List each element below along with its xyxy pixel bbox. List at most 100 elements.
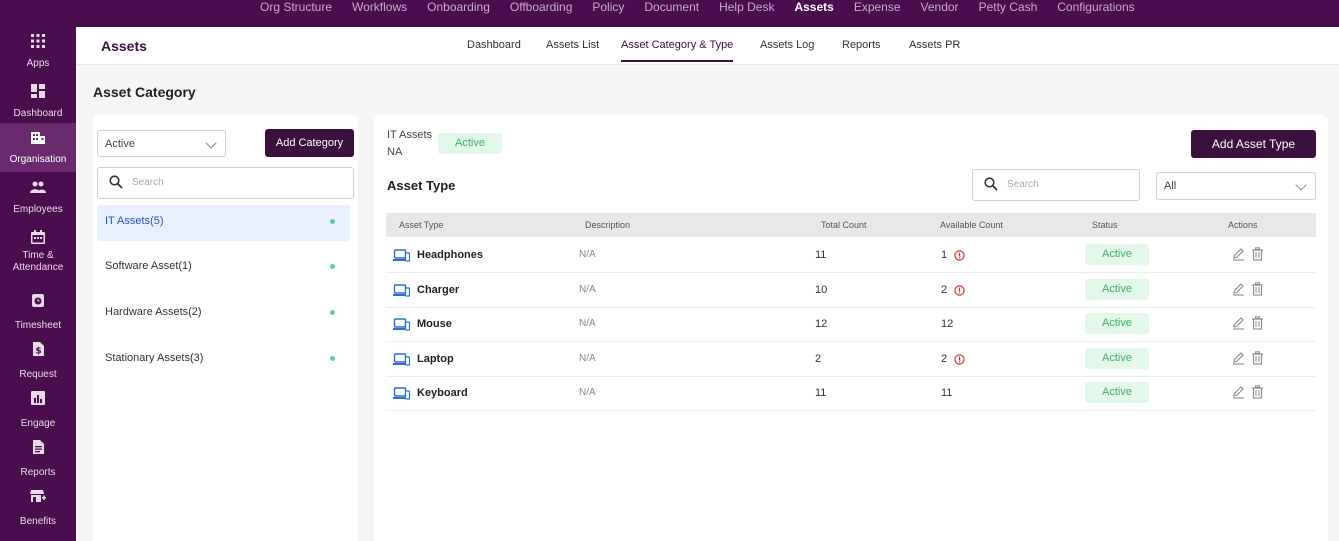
asset-type-description: N/A bbox=[579, 352, 596, 364]
topnav-item-org-structure[interactable]: Org Structure bbox=[250, 0, 342, 16]
calendar-icon bbox=[31, 230, 45, 244]
topnav-item-vendor[interactable]: Vendor bbox=[911, 0, 969, 16]
add-asset-type-button[interactable]: Add Asset Type bbox=[1191, 130, 1316, 158]
status-dot bbox=[330, 310, 335, 315]
asset-type-name: Headphones bbox=[417, 249, 484, 261]
sidebar-item-engage[interactable]: Engage bbox=[0, 387, 76, 436]
employees-icon bbox=[30, 181, 46, 193]
search-placeholder: Search bbox=[1007, 179, 1039, 190]
column-header-asset-type: Asset Type bbox=[399, 220, 444, 230]
topnav-item-onboarding[interactable]: Onboarding bbox=[417, 0, 500, 16]
sidebar-item-label: Timesheet bbox=[14, 320, 62, 331]
tab-assets-log[interactable]: Assets Log bbox=[760, 39, 814, 51]
asset-type-search-input[interactable]: Search bbox=[972, 169, 1140, 201]
selected-category-description: NA bbox=[387, 146, 403, 158]
sidebar-item-label: Engage bbox=[20, 418, 56, 429]
sidebar-item-reports[interactable]: Reports bbox=[0, 436, 76, 485]
request-icon: $ bbox=[33, 342, 44, 357]
category-name: IT Assets(5) bbox=[105, 215, 164, 227]
edit-icon[interactable] bbox=[1232, 316, 1245, 330]
topnav-item-help-desk[interactable]: Help Desk bbox=[709, 0, 784, 16]
category-name: Hardware Assets(2) bbox=[105, 306, 202, 318]
edit-icon[interactable] bbox=[1232, 247, 1245, 261]
status-dot bbox=[330, 356, 335, 361]
category-item-hardware-assets[interactable]: Hardware Assets(2) bbox=[97, 296, 350, 332]
status-badge: Active bbox=[1085, 347, 1149, 369]
category-item-software-asset[interactable]: Software Asset(1) bbox=[97, 250, 350, 286]
status-badge: Active bbox=[1085, 278, 1149, 300]
table-row: Charger N/A 10 2 Active bbox=[386, 273, 1316, 308]
asset-type-name: Mouse bbox=[417, 318, 452, 331]
topnav-item-offboarding[interactable]: Offboarding bbox=[500, 0, 583, 16]
tab-reports[interactable]: Reports bbox=[842, 39, 881, 51]
delete-icon[interactable] bbox=[1251, 247, 1264, 261]
search-icon bbox=[984, 177, 998, 191]
topnav-item-policy[interactable]: Policy bbox=[582, 0, 634, 16]
topnav-item-document[interactable]: Document bbox=[634, 0, 709, 16]
delete-icon[interactable] bbox=[1251, 385, 1264, 399]
page-title: Asset Category bbox=[93, 84, 196, 100]
selected-category-name: IT Assets bbox=[387, 129, 433, 141]
table-row: Laptop N/A 2 2 Active bbox=[386, 342, 1316, 377]
module-title: Assets bbox=[101, 38, 147, 54]
status-filter-value: All bbox=[1164, 180, 1177, 192]
column-header-status: Status bbox=[1092, 220, 1118, 230]
sidebar-item-request[interactable]: $ Request bbox=[0, 338, 76, 387]
top-navigation: Org Structure Workflows Onboarding Offbo… bbox=[0, 0, 1339, 27]
sidebar-item-label: Apps bbox=[26, 58, 50, 69]
sidebar-item-label: Employees bbox=[13, 204, 63, 215]
module-header: Assets Dashboard Assets List Asset Categ… bbox=[76, 27, 1339, 65]
dashboard-icon bbox=[31, 84, 45, 98]
edit-icon[interactable] bbox=[1232, 282, 1245, 296]
status-badge: Active bbox=[1085, 382, 1149, 404]
category-panel: Active Add Category Search IT Assets(5) … bbox=[93, 115, 358, 541]
topnav-item-expense[interactable]: Expense bbox=[844, 0, 911, 16]
status-filter-select[interactable]: Active bbox=[97, 130, 226, 157]
sidebar-item-benefits[interactable]: Benefits bbox=[0, 485, 76, 534]
category-name: Software Asset(1) bbox=[105, 260, 192, 272]
apps-icon bbox=[31, 34, 45, 48]
add-category-button[interactable]: Add Category bbox=[265, 129, 354, 157]
edit-icon[interactable] bbox=[1232, 385, 1245, 399]
topnav-item-assets[interactable]: Assets bbox=[784, 0, 843, 16]
edit-icon[interactable] bbox=[1232, 351, 1245, 365]
organisation-icon bbox=[31, 132, 45, 144]
benefits-icon bbox=[30, 490, 46, 502]
sidebar-item-label: Reports bbox=[20, 467, 56, 478]
tab-dashboard[interactable]: Dashboard bbox=[467, 39, 521, 51]
sidebar-item-time-attendance[interactable]: Time & Attendance bbox=[0, 223, 76, 273]
tab-assets-pr[interactable]: Assets PR bbox=[909, 39, 960, 51]
search-placeholder: Search bbox=[132, 177, 164, 188]
reports-icon bbox=[33, 440, 44, 454]
tab-assets-list[interactable]: Assets List bbox=[546, 39, 599, 51]
category-name: Stationary Assets(3) bbox=[105, 352, 204, 364]
chevron-down-icon bbox=[205, 137, 217, 149]
status-filter-select[interactable]: All bbox=[1156, 172, 1316, 200]
category-search-input[interactable]: Search bbox=[97, 167, 354, 199]
topnav-item-configurations[interactable]: Configurations bbox=[1047, 0, 1144, 16]
sidebar-item-organisation[interactable]: Organisation bbox=[0, 123, 76, 172]
sidebar-item-timesheet[interactable]: Timesheet bbox=[0, 289, 76, 338]
delete-icon[interactable] bbox=[1251, 316, 1264, 330]
status-dot bbox=[330, 219, 335, 224]
asset-type-name: Laptop bbox=[417, 352, 454, 365]
sidebar-item-label-line2: Attendance bbox=[12, 262, 64, 273]
sidebar-item-apps[interactable]: Apps bbox=[0, 27, 76, 76]
column-header-description: Description bbox=[585, 220, 631, 230]
asset-type-description: N/A bbox=[579, 283, 596, 295]
table-row: Headphones N/A 11 1 Active bbox=[386, 238, 1316, 273]
topnav-item-workflows[interactable]: Workflows bbox=[342, 0, 417, 16]
category-item-stationary-assets[interactable]: Stationary Assets(3) bbox=[97, 342, 350, 378]
sidebar-item-employees[interactable]: Employees bbox=[0, 173, 76, 222]
topnav-item-petty-cash[interactable]: Petty Cash bbox=[969, 0, 1048, 16]
delete-icon[interactable] bbox=[1251, 351, 1264, 365]
laptop-icon bbox=[393, 283, 410, 297]
laptop-icon bbox=[393, 318, 410, 331]
delete-icon[interactable] bbox=[1251, 281, 1264, 296]
tab-asset-category-type[interactable]: Asset Category & Type bbox=[621, 39, 734, 62]
sidebar-item-dashboard[interactable]: Dashboard bbox=[0, 77, 76, 126]
asset-type-description: N/A bbox=[579, 387, 596, 399]
sidebar-item-label: Dashboard bbox=[13, 108, 63, 119]
category-item-it-assets[interactable]: IT Assets(5) bbox=[97, 205, 350, 241]
top-nav-items: Org Structure Workflows Onboarding Offbo… bbox=[250, 0, 1145, 16]
